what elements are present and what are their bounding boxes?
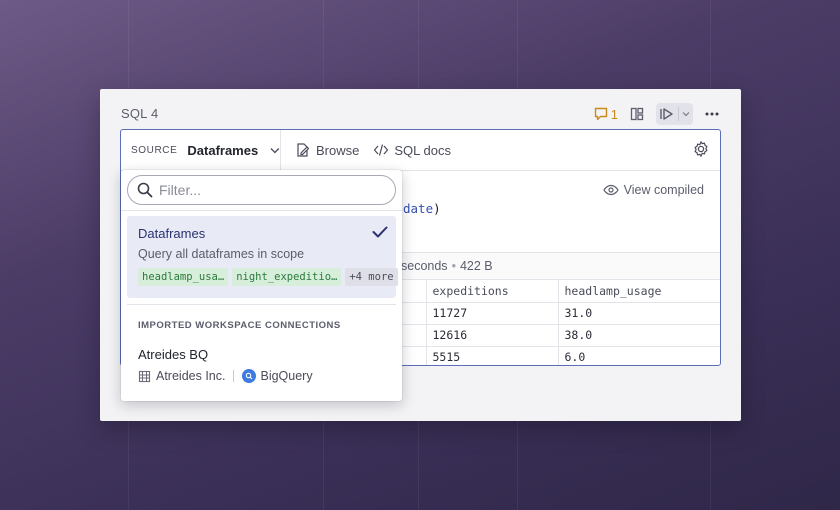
eye-icon — [602, 184, 619, 196]
meta-separator: • — [451, 259, 456, 273]
cell-actions: 1 — [594, 103, 723, 125]
dataframe-chip: night_expeditio… — [232, 268, 342, 286]
code-keyword: date — [403, 201, 434, 216]
result-meta-text: seconds • 422 B — [401, 259, 493, 273]
source-dropdown: Dataframes Query all dataframes in scope… — [121, 170, 402, 401]
meta-divider — [233, 370, 235, 382]
option-description: Query all dataframes in scope — [138, 247, 305, 261]
dropdown-option-dataframes[interactable]: Dataframes Query all dataframes in scope… — [127, 216, 398, 298]
bigquery-icon — [242, 369, 257, 383]
run-button-group — [656, 103, 693, 125]
filter-field[interactable] — [127, 175, 396, 205]
run-button[interactable] — [656, 103, 678, 125]
table-cell: 6.0 — [557, 346, 720, 365]
divider — [121, 210, 402, 211]
chevron-down-icon — [270, 147, 280, 153]
cell-title[interactable]: SQL 4 — [121, 106, 158, 121]
result-duration: seconds — [401, 259, 448, 273]
comment-button[interactable]: 1 — [594, 103, 618, 125]
filter-input[interactable] — [159, 182, 379, 198]
building-icon — [138, 370, 151, 382]
code-icon — [374, 144, 389, 156]
layout-button[interactable] — [626, 103, 648, 125]
check-icon — [372, 226, 388, 238]
sql-docs-label: SQL docs — [394, 142, 451, 158]
connection-name[interactable]: Atreides BQ — [138, 347, 208, 362]
code-suffix: ) — [433, 201, 441, 216]
table-header-cell[interactable]: headlamp_usage — [557, 280, 720, 303]
comment-count: 1 — [610, 106, 618, 122]
table-header-cell[interactable]: expeditions — [425, 280, 558, 303]
code-text: date) — [403, 201, 441, 216]
sql-docs-link[interactable]: SQL docs — [373, 143, 451, 158]
connection-type: BigQuery — [260, 369, 313, 383]
connection-meta: Atreides Inc. BigQuery — [138, 369, 313, 383]
table-cell: 31.0 — [557, 302, 720, 325]
connection-workspace: Atreides Inc. — [156, 369, 226, 383]
option-title: Dataframes — [138, 226, 206, 241]
table-cell: 11727 — [425, 302, 558, 325]
more-chip[interactable]: +4 more — [345, 268, 398, 286]
dataframe-chips: headlamp_usa… night_expeditio… +4 more — [138, 268, 398, 286]
view-compiled-label: View compiled — [623, 183, 704, 197]
gear-icon — [694, 141, 708, 157]
source-selector[interactable]: SOURCE Dataframes — [121, 130, 281, 171]
result-size: 422 B — [459, 259, 493, 273]
run-icon — [660, 108, 673, 120]
table-cell: 12616 — [425, 324, 558, 347]
search-icon — [137, 182, 153, 198]
dataframe-chip: headlamp_usa… — [138, 268, 229, 286]
layout-icon — [630, 107, 644, 121]
chevron-down-icon — [682, 112, 690, 117]
comment-icon — [594, 107, 607, 121]
editor-toolbar: SOURCE Dataframes Browse SQL docs — [121, 130, 720, 171]
source-value: Dataframes — [187, 142, 259, 158]
table-cell: 38.0 — [557, 324, 720, 347]
settings-button[interactable] — [692, 140, 710, 163]
divider — [127, 304, 396, 305]
section-header: IMPORTED WORKSPACE CONNECTIONS — [138, 320, 341, 331]
browse-label: Browse — [316, 142, 360, 158]
source-label: SOURCE — [131, 144, 178, 156]
table-cell: 5515 — [425, 346, 558, 365]
run-options-button[interactable] — [679, 103, 693, 125]
browse-button[interactable]: Browse — [295, 142, 359, 158]
more-icon — [705, 112, 719, 116]
browse-icon — [297, 143, 310, 157]
more-button[interactable] — [701, 103, 723, 125]
view-compiled-button[interactable]: View compiled — [602, 183, 704, 197]
